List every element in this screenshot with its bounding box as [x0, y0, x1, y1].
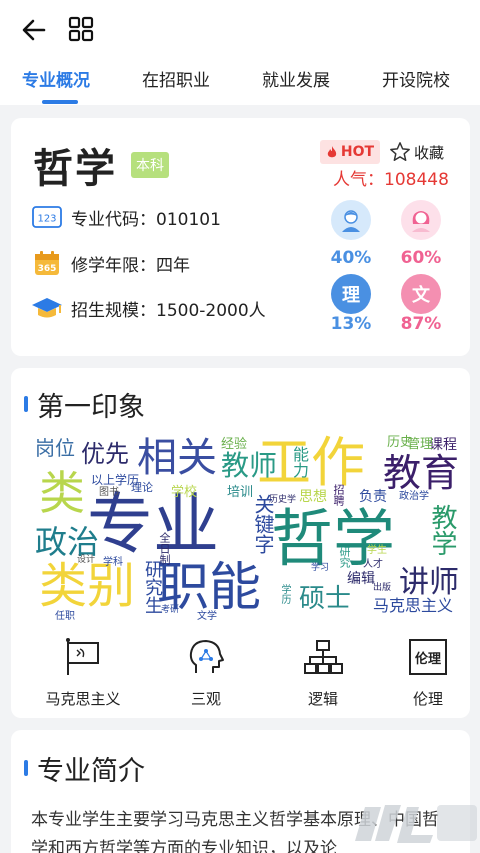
watermark-logo: [355, 805, 477, 843]
female-avatar-icon: [401, 200, 441, 240]
major-summary-card: 哲学 本科 123 专业代码：010101 365 修学年限：四年 招生规模：1…: [11, 118, 470, 356]
tab-jobs[interactable]: 在招职业: [142, 66, 210, 91]
tag-label: 马克思主义: [45, 690, 121, 708]
cloud-word: 考研: [161, 605, 180, 615]
female-percentage: 60%: [400, 248, 442, 268]
cloud-word: 学历: [279, 584, 290, 604]
intro-title: 专业简介: [37, 756, 145, 787]
star-icon: [390, 142, 410, 161]
cloud-word: 马克思主义: [373, 596, 454, 615]
cloud-word: 岗位: [35, 436, 75, 460]
tab-career[interactable]: 就业发展: [262, 66, 330, 91]
science-percentage: 13%: [330, 314, 372, 334]
cloud-word: 能力: [290, 446, 309, 478]
first-impression-card: 第一印象 专业 哲学 职能 工作 相关 类别 类 教育 政治 教师 讲师 硕士 …: [11, 368, 470, 718]
hierarchy-icon: [273, 636, 373, 678]
head-icon: [156, 636, 256, 678]
science-badge: 理: [331, 274, 371, 314]
section-marker: [24, 396, 28, 412]
cloud-word: 理论: [131, 481, 153, 494]
cloud-word: 管理: [407, 437, 434, 452]
science-label: 理: [342, 285, 360, 306]
tag-worldview[interactable]: 三观: [156, 636, 256, 709]
male-avatar-icon: [331, 200, 371, 240]
flag-icon: [33, 636, 133, 678]
cloud-word: 历史学: [269, 495, 297, 505]
tag-marxism[interactable]: 马克思主义: [33, 636, 133, 709]
cloud-word: 培训: [227, 485, 254, 500]
major-title: 哲学: [33, 146, 117, 192]
cloud-word: 专业: [87, 486, 219, 563]
cloud-word: 人才: [363, 559, 383, 570]
cloud-word: 学生: [367, 545, 387, 556]
cloud-word: 文学: [197, 611, 217, 622]
cloud-word: 学校: [171, 485, 198, 500]
word-cloud: 专业 哲学 职能 工作 相关 类别 类 教育 政治 教师 讲师 硕士 优先 岗位…: [21, 436, 461, 634]
svg-text:123: 123: [37, 214, 56, 225]
hot-label: HOT: [340, 144, 375, 160]
tab-overview[interactable]: 专业概况: [22, 66, 90, 91]
cloud-word: 相关: [137, 435, 217, 481]
degree-level-badge: 本科: [131, 152, 169, 178]
calendar-icon: 365: [31, 249, 63, 277]
cloud-word: 出版: [373, 583, 392, 593]
favorite-label: 收藏: [414, 143, 445, 162]
major-code: 专业代码：010101: [71, 209, 221, 230]
impression-title: 第一印象: [37, 392, 145, 423]
cloud-word: 类: [39, 466, 85, 520]
arts-badge: 文: [401, 274, 441, 314]
cloud-word: 课程: [429, 437, 457, 453]
study-duration: 修学年限：四年: [71, 255, 190, 276]
cloud-word: 全日制: [158, 532, 171, 565]
cloud-word: 政治学: [399, 491, 429, 502]
svg-text:365: 365: [38, 264, 57, 274]
cloud-word: 教学: [427, 504, 457, 556]
enrollment-row: 招生规模：1500-2000人: [31, 293, 266, 323]
ethics-book-icon: 伦理: [378, 636, 478, 678]
cloud-word: 讲师: [399, 565, 459, 600]
cloud-word: 学科: [103, 557, 123, 568]
enrollment-scale: 招生规模：1500-2000人: [71, 300, 266, 321]
back-arrow-icon[interactable]: [20, 16, 48, 44]
grid-menu-icon[interactable]: [68, 16, 94, 42]
popularity-count: 人气：108448: [333, 170, 449, 190]
flame-icon: [327, 146, 337, 158]
cloud-word: 思想: [299, 489, 327, 505]
tag-ethics[interactable]: 伦理 伦理: [378, 636, 478, 709]
tag-label: 伦理: [412, 690, 443, 708]
active-tab-indicator: [42, 100, 78, 104]
major-code-row: 123 专业代码：010101: [31, 202, 221, 232]
cloud-word: 类别: [39, 558, 136, 614]
hot-badge: HOT: [320, 140, 380, 164]
cloud-word: 优先: [81, 440, 129, 468]
cloud-word: 任职: [55, 611, 75, 622]
cloud-word: 经验: [221, 437, 248, 452]
male-percentage: 40%: [330, 248, 372, 268]
code-icon: 123: [31, 203, 63, 231]
cloud-word: 设计: [77, 555, 96, 565]
cloud-word: 编辑: [347, 571, 375, 587]
cloud-word: 硕士: [299, 584, 352, 614]
cloud-word: 招聘: [332, 484, 345, 506]
duration-row: 365 修学年限：四年: [31, 248, 190, 278]
tab-bar: 专业概况 在招职业 就业发展 开设院校: [0, 66, 480, 100]
arts-percentage: 87%: [400, 314, 442, 334]
tag-label: 逻辑: [307, 690, 338, 708]
arts-label: 文: [412, 285, 430, 306]
cloud-word: 研究生: [142, 560, 163, 614]
section-marker: [24, 760, 28, 776]
favorite-button[interactable]: 收藏: [389, 140, 444, 164]
graduation-cap-icon: [31, 294, 63, 322]
cloud-word: 教育: [383, 451, 460, 495]
cloud-word: 图书: [99, 487, 119, 498]
cloud-word: 研究: [338, 546, 351, 568]
tab-colleges[interactable]: 开设院校: [382, 66, 450, 91]
tag-logic[interactable]: 逻辑: [273, 636, 373, 709]
top-bar: 专业概况 在招职业 就业发展 开设院校: [0, 0, 480, 105]
cloud-word: 教师: [221, 449, 278, 482]
cloud-word: 政治: [35, 523, 100, 561]
cloud-word: 学习: [311, 563, 330, 573]
tag-label: 三观: [190, 690, 221, 708]
cloud-word: 负责: [359, 489, 387, 505]
